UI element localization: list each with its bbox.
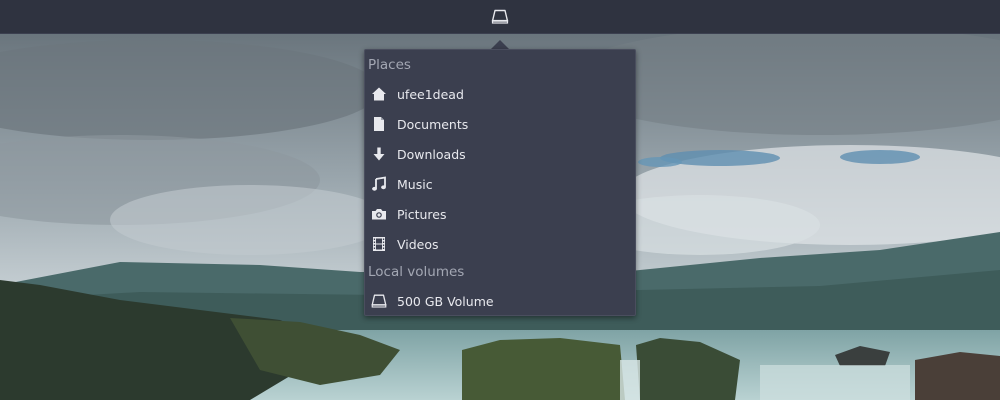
home-icon xyxy=(371,86,387,102)
menu-item-videos[interactable]: Videos xyxy=(365,230,635,258)
drive-icon xyxy=(491,9,509,24)
drive-indicator-button[interactable] xyxy=(488,6,512,27)
download-icon xyxy=(371,146,387,162)
menu-item-500gb-volume[interactable]: 500 GB Volume xyxy=(365,287,635,315)
film-icon xyxy=(371,236,387,252)
menu-item-pictures[interactable]: Pictures xyxy=(365,200,635,228)
section-header-local-volumes: Local volumes xyxy=(368,264,465,280)
menu-item-documents[interactable]: Documents xyxy=(365,110,635,138)
menu-item-label: 500 GB Volume xyxy=(397,293,494,309)
top-panel xyxy=(0,0,1000,34)
menu-item-label: Music xyxy=(397,176,433,192)
camera-icon xyxy=(371,206,387,222)
menu-item-label: ufee1dead xyxy=(397,86,464,102)
menu-item-label: Pictures xyxy=(397,206,447,222)
menu-item-label: Documents xyxy=(397,116,469,132)
section-header-places: Places xyxy=(368,57,411,73)
menu-item-home[interactable]: ufee1dead xyxy=(365,80,635,108)
music-icon xyxy=(371,176,387,192)
menu-item-downloads[interactable]: Downloads xyxy=(365,140,635,168)
places-popover-menu: Places ufee1dead Documents Downloads Mus… xyxy=(364,49,636,316)
menu-item-label: Videos xyxy=(397,236,439,252)
document-icon xyxy=(371,116,387,132)
drive-icon xyxy=(371,293,387,309)
menu-item-music[interactable]: Music xyxy=(365,170,635,198)
menu-item-label: Downloads xyxy=(397,146,466,162)
